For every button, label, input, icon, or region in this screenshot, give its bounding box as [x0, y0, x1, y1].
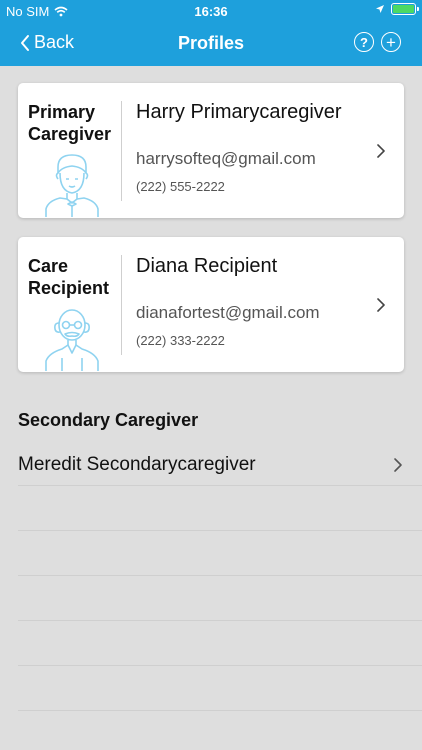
role-line1: Care	[28, 256, 69, 276]
list-separator	[18, 710, 422, 711]
list-separator	[18, 530, 422, 531]
profile-email: dianafortest@gmail.com	[136, 303, 320, 322]
battery-icon	[391, 3, 419, 15]
list-separator	[18, 575, 422, 576]
list-separator	[18, 665, 422, 666]
secondary-caregiver-row[interactable]: Meredit Secondarycaregiver	[18, 442, 422, 486]
navigation-bar: Back Profiles ? +	[0, 22, 422, 66]
battery-fill	[393, 5, 414, 13]
secondary-caregiver-heading: Secondary Caregiver	[18, 410, 199, 430]
male-caregiver-avatar-icon	[45, 154, 99, 217]
primary-caregiver-card[interactable]: Primary Caregiver Harry Primarycaregiver…	[18, 83, 404, 218]
location-arrow-icon	[376, 5, 384, 13]
app-header: No SIM 16:36 Back Profiles ? +	[0, 0, 422, 66]
role-line2: Caregiver	[28, 124, 112, 144]
add-profile-button[interactable]: +	[381, 32, 401, 52]
role-label: Care Recipient	[28, 255, 128, 299]
profile-email: harrysofteq@gmail.com	[136, 149, 316, 168]
profile-name: Harry Primarycaregiver	[136, 101, 342, 123]
status-right-group	[375, 3, 419, 15]
elderly-recipient-avatar-icon	[45, 309, 99, 371]
role-line2: Recipient	[28, 278, 110, 298]
card-divider	[121, 101, 122, 201]
help-icon: ?	[360, 34, 368, 50]
chevron-right-icon	[377, 298, 385, 312]
role-label: Primary Caregiver	[28, 101, 128, 145]
chevron-right-icon	[377, 144, 385, 158]
chevron-right-icon	[394, 458, 402, 472]
secondary-caregiver-name: Meredit Secondarycaregiver	[18, 454, 256, 475]
care-recipient-card[interactable]: Care Recipient Diana Recipient dianafort…	[18, 237, 404, 372]
profile-phone: (222) 333-2222	[136, 333, 225, 348]
help-button[interactable]: ?	[354, 32, 374, 52]
list-separator	[18, 620, 422, 621]
profile-phone: (222) 555-2222	[136, 179, 225, 194]
role-line1: Primary	[28, 102, 96, 122]
plus-icon: +	[386, 32, 396, 52]
status-time: 16:36	[194, 4, 228, 19]
profile-name: Diana Recipient	[136, 255, 278, 277]
status-bar: No SIM 16:36	[0, 0, 422, 22]
card-divider	[121, 255, 122, 355]
